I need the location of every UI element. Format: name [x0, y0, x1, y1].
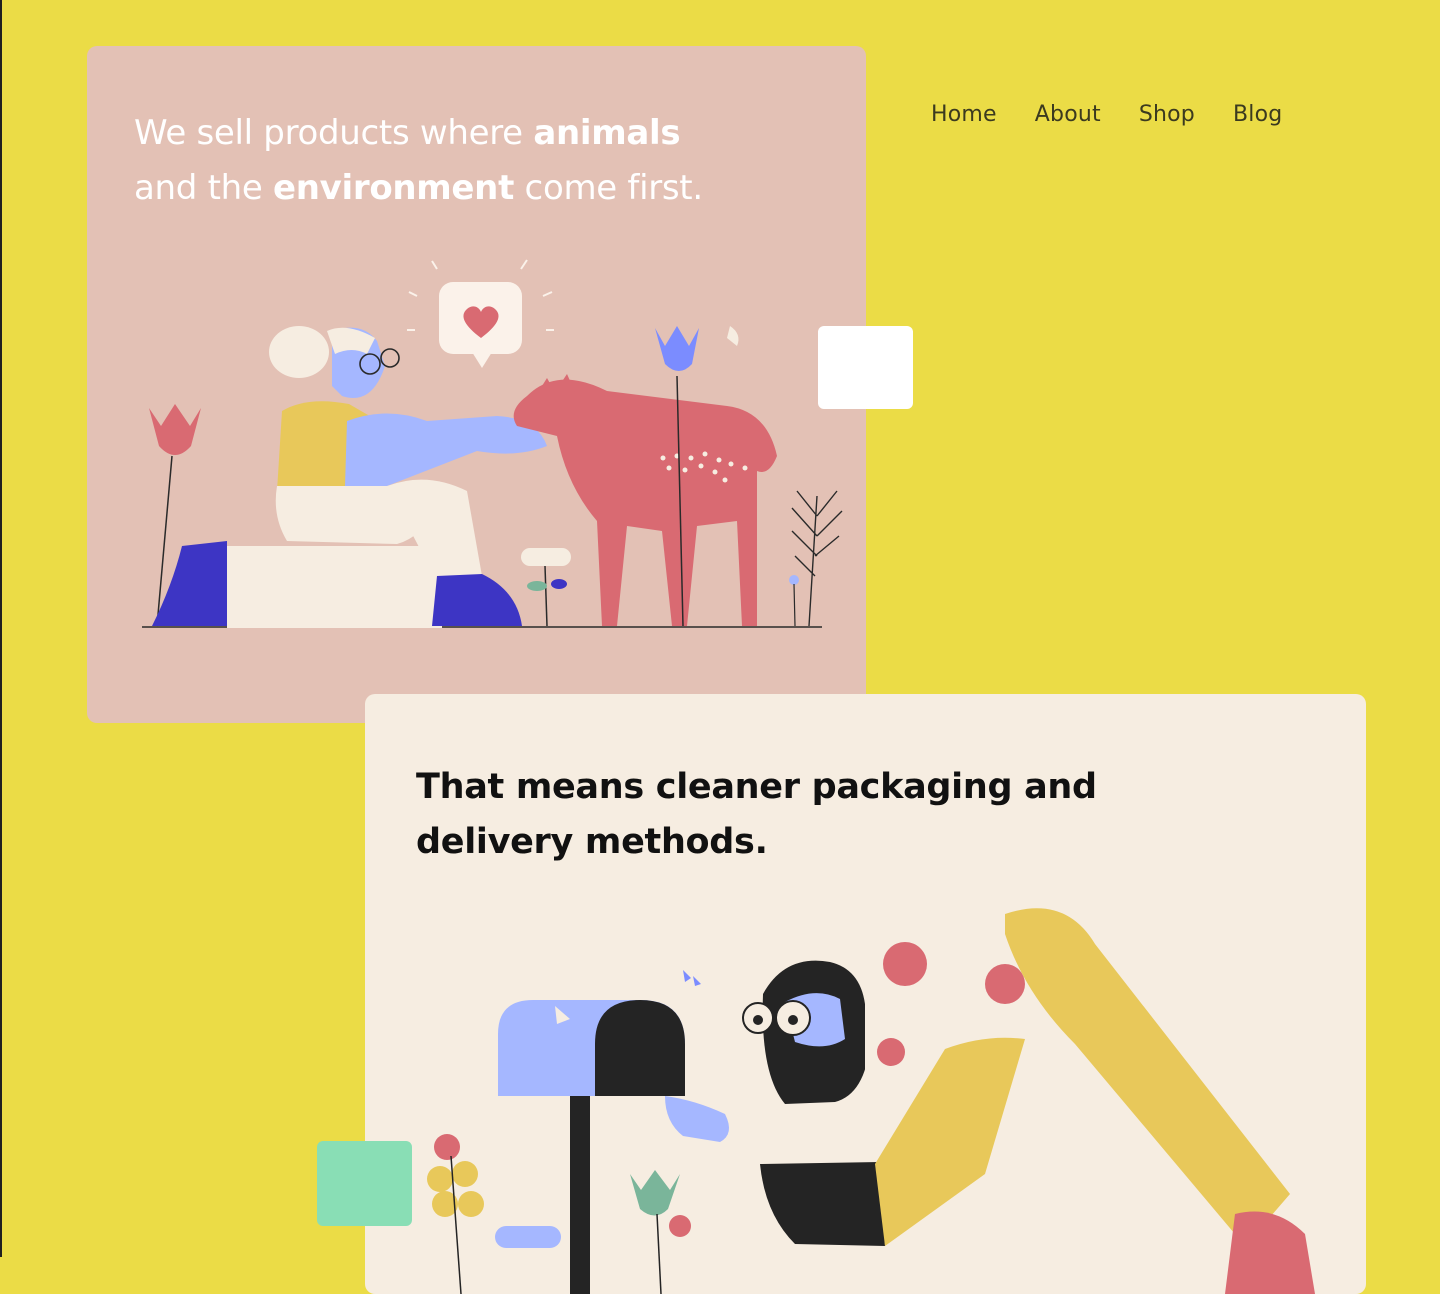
mint-accent-square	[317, 1141, 412, 1226]
hero-headline: We sell products where animals and the en…	[134, 106, 794, 216]
packaging-card: That means cleaner packaging and deliver…	[365, 694, 1366, 1294]
hero-text-environment: environment	[272, 168, 515, 208]
nav-about-link[interactable]: About	[1035, 102, 1101, 127]
nav-home-link[interactable]: Home	[931, 102, 997, 127]
nav-blog-link[interactable]: Blog	[1233, 102, 1282, 127]
heart-bubble-icon	[439, 282, 522, 368]
nav-shop-link[interactable]: Shop	[1139, 102, 1195, 127]
woman-at-mailbox-illustration	[427, 893, 1315, 1294]
hero-text-3: come first.	[514, 168, 704, 208]
hero-card: We sell products where animals and the en…	[87, 46, 866, 723]
main-nav: Home About Shop Blog	[931, 102, 1282, 127]
white-accent-square	[818, 326, 913, 409]
hero-text-1: We sell products where	[134, 113, 534, 153]
woman-petting-deer-illustration	[142, 259, 843, 628]
left-edge-rule	[0, 0, 2, 1257]
hero-text-animals: animals	[533, 113, 681, 153]
hero-text-2: and the	[134, 168, 273, 208]
packaging-headline: That means cleaner packaging and deliver…	[416, 767, 1097, 862]
